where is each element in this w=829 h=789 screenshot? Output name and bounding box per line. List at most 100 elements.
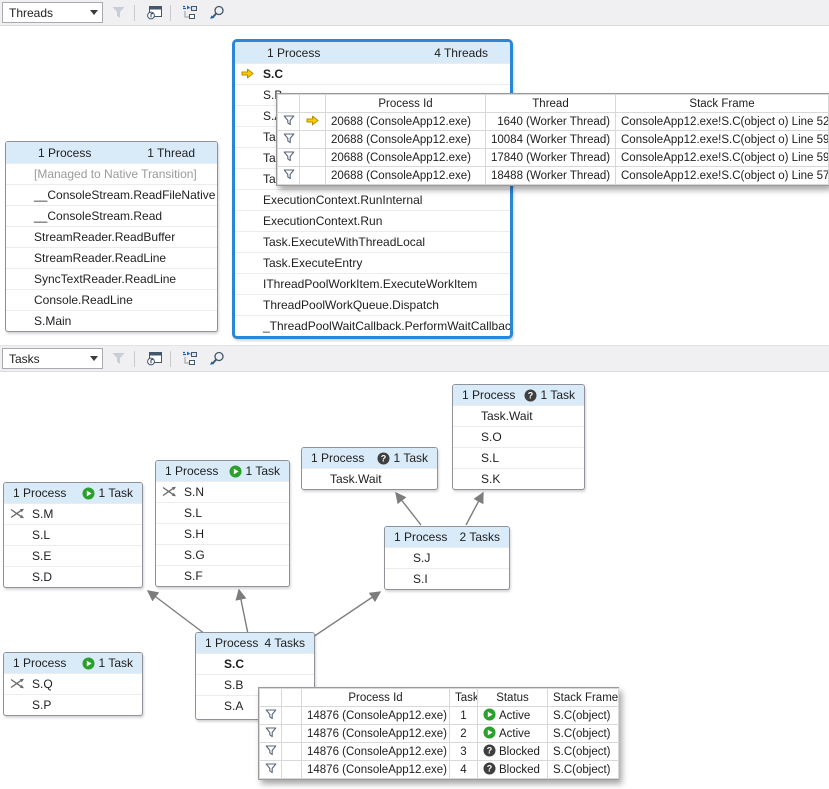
stack-frame-row[interactable]: ThreadPoolWorkQueue.Dispatch [235, 294, 510, 315]
parallel-stacks-window: Threads 1 Process1 Thread[Managed to Nat… [0, 0, 829, 789]
stack-frame-row[interactable]: S.G [156, 544, 289, 565]
auto-scroll-zoom-icon[interactable] [205, 348, 229, 370]
stack-frame-row[interactable]: S.J [385, 547, 509, 568]
stack-frame-row[interactable]: S.Q [4, 673, 142, 694]
frame-label: S.A [224, 699, 243, 713]
flag-filter-icon[interactable] [265, 729, 277, 741]
stack-frame-row[interactable]: _ThreadPoolWaitCallback.PerformWaitCallb… [235, 315, 510, 336]
stack-frame-row[interactable]: S.E [4, 545, 142, 566]
stack-frame-row[interactable]: S.O [453, 426, 584, 447]
stack-frame-row[interactable]: [Managed to Native Transition] [6, 163, 217, 184]
frame-label: S.C [224, 657, 244, 671]
stack-frame-row[interactable]: S.H [156, 523, 289, 544]
stack-frame-row[interactable]: S.F [156, 565, 289, 586]
frame-label: [Managed to Native Transition] [34, 167, 197, 181]
filter-icon[interactable] [106, 348, 130, 370]
node-count-group: 1 Thread [147, 146, 195, 160]
node-header[interactable]: 1 Process4 Threads [235, 42, 510, 63]
datatip-cell-status: Active [478, 725, 548, 743]
stack-frame-row[interactable]: S.L [156, 502, 289, 523]
stack-frame-row[interactable]: StreamReader.ReadLine [6, 247, 217, 268]
datatip-column-header: Process Id [326, 95, 486, 113]
stack-frame-row[interactable]: ExecutionContext.RunInternal [235, 189, 510, 210]
node-header[interactable]: 1 Process?1 Task [302, 448, 437, 468]
method-view-icon[interactable] [178, 2, 202, 24]
node-process-count: 1 Process [13, 656, 66, 670]
flag-filter-icon[interactable] [265, 711, 277, 723]
node-header[interactable]: 1 Process1 Task [156, 461, 289, 481]
node-header[interactable]: 1 Process1 Task [4, 483, 142, 503]
flag-filter-icon[interactable] [265, 747, 277, 759]
node-count-group: 1 Task [82, 656, 133, 670]
flag-filter-icon[interactable] [265, 765, 277, 777]
flag-filter-icon[interactable] [283, 171, 295, 183]
stack-frame-row[interactable]: S.I [385, 568, 509, 589]
filter-icon[interactable] [106, 2, 130, 24]
frame-label: S.K [481, 472, 500, 486]
current-indicator-cell [282, 707, 302, 725]
view-selector-value: Threads [9, 6, 53, 20]
current-indicator-cell [282, 761, 302, 779]
datatip-cell-process_id: 14876 (ConsoleApp12.exe) [302, 761, 450, 779]
node-count-group: ?1 Task [524, 388, 575, 402]
node-header[interactable]: 1 Process1 Thread [6, 142, 217, 163]
frame-label: S.M [32, 507, 53, 521]
frame-label: S.G [184, 548, 205, 562]
frame-label: Task.Wait [330, 472, 382, 486]
frame-label: IThreadPoolWorkItem.ExecuteWorkItem [263, 277, 477, 291]
datatip-row: 20688 (ConsoleApp12.exe)1640 (Worker Thr… [278, 113, 829, 131]
stack-frame-row[interactable]: __ConsoleStream.ReadFileNative [6, 184, 217, 205]
node-process-count: 1 Process [205, 636, 258, 650]
task-active-icon [82, 657, 95, 670]
stack-frame-row[interactable]: ExecutionContext.Run [235, 210, 510, 231]
node-process-count: 1 Process [165, 464, 218, 478]
stack-frame-row[interactable]: Task.Wait [453, 405, 584, 426]
stack-frame-row[interactable]: S.M [4, 503, 142, 524]
show-only-flagged-icon[interactable] [142, 2, 166, 24]
chevron-down-icon [90, 356, 98, 361]
stack-frame-row[interactable]: S.C [196, 653, 314, 674]
current-indicator-cell [300, 131, 326, 149]
node-header[interactable]: 1 Process2 Tasks [385, 527, 509, 547]
frame-label: S.H [184, 527, 204, 541]
stack-frame-row[interactable]: Console.ReadLine [6, 289, 217, 310]
view-selector-combo[interactable]: Tasks [2, 348, 103, 369]
flag-filter-icon[interactable] [283, 153, 295, 165]
stack-frame-row[interactable]: S.C [235, 63, 510, 84]
stack-frame-row[interactable]: IThreadPoolWorkItem.ExecuteWorkItem [235, 273, 510, 294]
method-view-icon[interactable] [178, 348, 202, 370]
stack-frame-row[interactable]: S.D [4, 566, 142, 587]
stack-frame-row[interactable]: S.L [4, 524, 142, 545]
show-only-flagged-icon[interactable] [142, 348, 166, 370]
stack-frame-row[interactable]: S.N [156, 481, 289, 502]
stack-frame-row[interactable]: S.L [453, 447, 584, 468]
frame-label: S.F [184, 569, 203, 583]
stack-frame-row[interactable]: Task.Wait [302, 468, 437, 489]
node-header[interactable]: 1 Process?1 Task [453, 385, 584, 405]
stack-frame-row[interactable]: S.K [453, 468, 584, 489]
datatip-row: 14876 (ConsoleApp12.exe)3?BlockedS.C(obj… [260, 743, 619, 761]
stack-frame-row[interactable]: S.P [4, 694, 142, 715]
flag-filter-icon[interactable] [283, 135, 295, 147]
auto-scroll-zoom-icon[interactable] [205, 2, 229, 24]
stack-frame-row[interactable]: SyncTextReader.ReadLine [6, 268, 217, 289]
stack-frame-row[interactable]: StreamReader.ReadBuffer [6, 226, 217, 247]
frame-label: _ThreadPoolWaitCallback.PerformWaitCallb… [263, 319, 513, 333]
current-frame-arrow-icon [241, 68, 254, 79]
stack-frame-row[interactable]: __ConsoleStream.Read [6, 205, 217, 226]
flag-filter-icon[interactable] [283, 117, 295, 129]
datatip-row: 20688 (ConsoleApp12.exe)10084 (Worker Th… [278, 131, 829, 149]
threads-panel: Threads 1 Process1 Thread [Managed to Nat… [0, 0, 829, 345]
view-selector-combo[interactable]: Threads [2, 2, 103, 23]
status-badge: ?Blocked [483, 744, 542, 760]
node-header[interactable]: 1 Process4 Tasks [196, 633, 314, 653]
node-header[interactable]: 1 Process 1 Task [4, 653, 142, 673]
datatip-column-header: Process Id [302, 689, 450, 707]
stack-frame-row[interactable]: Task.ExecuteWithThreadLocal [235, 231, 510, 252]
stack-frame-row[interactable]: Task.ExecuteEntry [235, 252, 510, 273]
stack-frame-row[interactable]: S.Main [6, 310, 217, 331]
datatip-cell-stack_frame: S.C(object) [548, 707, 619, 725]
threads-graph-canvas: 1 Process1 Thread [Managed to Native Tran… [0, 26, 829, 345]
svg-text:?: ? [380, 453, 386, 463]
task-active-icon [483, 708, 496, 724]
